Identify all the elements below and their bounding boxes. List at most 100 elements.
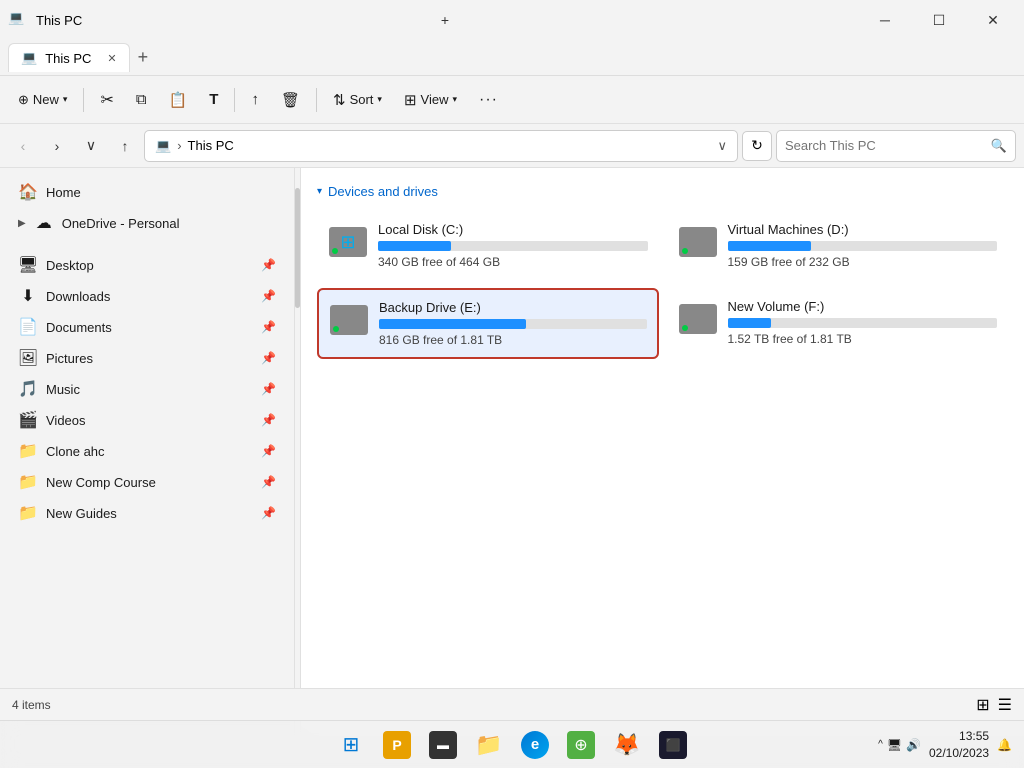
sidebar-item-new-guides[interactable]: 📁 New Guides 📌 [6,498,288,528]
tab-icon: 💻 [21,50,37,66]
taskbar-right: ^ 🖥 🔊 13:55 02/10/2023 🔔 [878,728,1012,762]
view-grid-button[interactable]: ☰ [998,695,1012,715]
view-list-button[interactable]: ⊞ [976,695,989,715]
pin-icon: 📌 [261,382,276,396]
sidebar-item-label: OneDrive - Personal [62,216,276,231]
pin-icon: 📌 [261,351,276,365]
taskbar-edge-icon[interactable]: e [513,723,557,767]
sidebar-item-onedrive[interactable]: ▶ ☁ OneDrive - Personal [6,208,288,238]
sidebar-item-documents[interactable]: 📄 Documents 📌 [6,312,288,342]
taskbar-pro-icon[interactable]: P [375,723,419,767]
up-button[interactable]: ↑ [110,131,140,161]
copy-button[interactable]: ⧉ [126,85,157,114]
back-button[interactable]: ‹ [8,131,38,161]
this-pc-tab[interactable]: 💻 This PC ✕ [8,43,130,72]
section-chevron-icon: ▾ [317,186,322,197]
share-button[interactable]: ↑ [241,85,269,114]
address-bar: ‹ › ∨ ↑ 💻 › This PC ∨ ↻ 🔍 [0,124,1024,168]
maximize-button[interactable]: ☐ [916,4,962,36]
sidebar-item-videos[interactable]: 🎬 Videos 📌 [6,405,288,435]
sort-chevron-icon: ▾ [377,94,382,105]
videos-icon: 🎬 [18,410,38,430]
rename-icon: T [209,91,218,108]
delete-icon: 🗑 [281,91,300,109]
status-right: ⊞ ☰ [976,695,1012,715]
pin-icon: 📌 [261,320,276,334]
new-button[interactable]: ⊕ New ▾ [8,86,77,114]
taskbar-terminal-icon[interactable]: ▬ [421,723,465,767]
taskbar-firefox-icon[interactable]: 🦊 [605,723,649,767]
clock-time: 13:55 [929,728,989,745]
taskbar-explorer-icon[interactable]: 📁 [467,723,511,767]
taskbar-cmd-icon[interactable]: ⬛ [651,723,695,767]
address-box[interactable]: 💻 › This PC ∨ [144,130,738,162]
sidebar-item-label: Documents [46,320,253,335]
chevron-up-icon[interactable]: ^ [878,739,883,750]
add-tab-button[interactable]: + [422,4,468,36]
expand-button[interactable]: ∨ [76,131,106,161]
drive-free-c: 340 GB free of 464 GB [378,255,648,269]
forward-button[interactable]: › [42,131,72,161]
notification-icon[interactable]: 🔔 [997,738,1012,752]
sidebar-item-music[interactable]: 🎵 Music 📌 [6,374,288,404]
status-bar: 4 items ⊞ ☰ [0,688,1024,720]
sidebar-item-pictures[interactable]: 🖼 Pictures 📌 [6,343,288,373]
section-title-text: Devices and drives [328,184,438,199]
drive-local-c[interactable]: ⊞ Local Disk (C:) 340 GB free of 464 GB [317,211,659,280]
close-button[interactable]: ✕ [970,4,1016,36]
terminal-icon: ▬ [429,731,457,759]
cut-button[interactable]: ✂ [90,84,123,116]
new-tab-button[interactable]: + [130,47,157,68]
drive-icon-e [329,300,369,340]
paste-button[interactable]: 📋 [159,85,198,115]
taskbar-clock[interactable]: 13:55 02/10/2023 [929,728,989,762]
new-icon: ⊕ [18,92,29,108]
sidebar-item-desktop[interactable]: 🖥 Desktop 📌 [6,250,288,280]
sidebar-item-downloads[interactable]: ⬇ Downloads 📌 [6,281,288,311]
paste-icon: 📋 [169,91,188,109]
drive-backup-e[interactable]: Backup Drive (E:) 816 GB free of 1.81 TB [317,288,659,359]
sidebar-item-clone-ahc[interactable]: 📁 Clone ahc 📌 [6,436,288,466]
sidebar-item-label: Music [46,382,253,397]
clock-date: 02/10/2023 [929,745,989,762]
drive-bar-fill-c [378,241,451,251]
delete-button[interactable]: 🗑 [271,85,310,115]
tab-close-icon[interactable]: ✕ [107,52,116,65]
address-text: This PC [188,138,712,153]
sidebar-item-new-comp-course[interactable]: 📁 New Comp Course 📌 [6,467,288,497]
sort-button[interactable]: ⇅ Sort ▾ [323,85,392,115]
separator-3 [316,88,317,112]
separator-1 [83,88,84,112]
drive-free-e: 816 GB free of 1.81 TB [379,333,647,347]
minimize-button[interactable]: ─ [862,4,908,36]
sidebar-scrollbar[interactable] [295,168,301,736]
volume-icon[interactable]: 🔊 [906,738,921,752]
drive-free-d: 159 GB free of 232 GB [728,255,998,269]
scrollbar-thumb[interactable] [295,188,300,308]
search-box[interactable]: 🔍 [776,130,1016,162]
taskbar-start-button[interactable]: ⊞ [329,723,373,767]
pin-icon: 📌 [261,258,276,272]
taskbar-xbox-icon[interactable]: ⊕ [559,723,603,767]
search-input[interactable] [785,138,985,153]
start-icon: ⊞ [343,732,360,757]
tab-label: This PC [45,51,91,66]
rename-button[interactable]: T [199,85,228,114]
drive-icon-d [678,222,718,262]
copy-icon: ⧉ [136,91,147,108]
refresh-button[interactable]: ↻ [742,131,772,161]
section-title: ▾ Devices and drives [317,184,1008,199]
sidebar-item-home[interactable]: 🏠 Home [6,177,288,207]
cut-icon: ✂ [100,90,113,110]
more-button[interactable]: ··· [469,85,508,115]
sidebar-item-label: Downloads [46,289,253,304]
drive-virtual-d[interactable]: Virtual Machines (D:) 159 GB free of 232… [667,211,1009,280]
network-icon: 🖥 [887,738,902,752]
view-button[interactable]: ⊞ View ▾ [394,85,467,115]
drive-new-f[interactable]: New Volume (F:) 1.52 TB free of 1.81 TB [667,288,1009,359]
sidebar-item-label: New Comp Course [46,475,253,490]
drive-free-f: 1.52 TB free of 1.81 TB [728,332,998,346]
pin-icon: 📌 [261,444,276,458]
drive-info-f: New Volume (F:) 1.52 TB free of 1.81 TB [728,299,998,346]
pin-icon: 📌 [261,289,276,303]
